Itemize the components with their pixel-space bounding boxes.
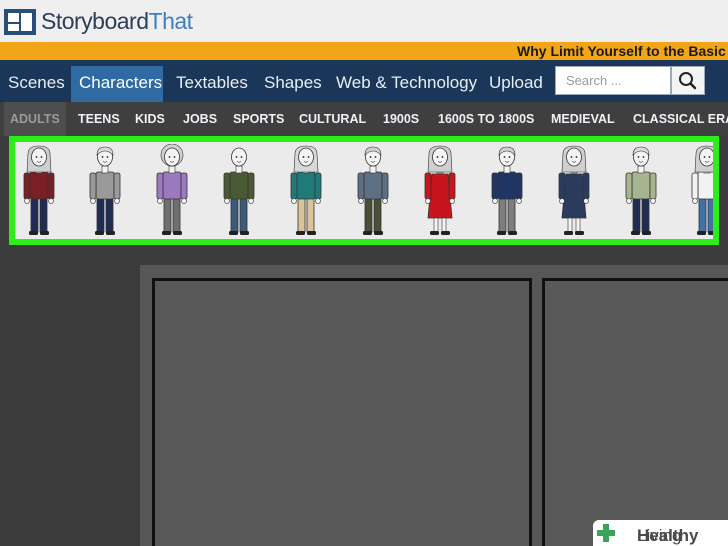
tab-textables[interactable]: Textables [168, 66, 256, 102]
character-man-navy-sweater[interactable] [487, 144, 527, 238]
character-woman-teal-top[interactable] [286, 144, 326, 238]
character-man-slate-shirt[interactable] [353, 144, 393, 238]
character-figure-icon [558, 145, 590, 235]
storyboard-cell-2[interactable] [542, 278, 728, 546]
category-classical-era[interactable]: CLASSICAL ERA [633, 102, 728, 136]
character-bald-man-green-jacket[interactable] [219, 144, 259, 238]
search-button[interactable] [671, 66, 705, 95]
character-woman-red-cardigan[interactable] [19, 144, 59, 238]
tab-characters[interactable]: Characters [71, 66, 163, 102]
character-woman-red-dress[interactable] [420, 144, 460, 238]
category-sports[interactable]: SPORTS [233, 102, 284, 136]
character-figure-icon [625, 146, 657, 235]
character-man-gray-shirt[interactable] [85, 144, 125, 238]
character-figure-icon [23, 145, 55, 235]
storyboardthat-logo[interactable]: StoryboardThat [4, 8, 193, 35]
category-cultural[interactable]: CULTURAL [299, 102, 366, 136]
category-kids[interactable]: KIDS [135, 102, 165, 136]
character-figure-icon [223, 147, 255, 235]
logo-text-part2: That [148, 8, 194, 34]
category-1900s[interactable]: 1900S [383, 102, 419, 136]
healthy-living-watermark: Healthy Living [593, 520, 728, 546]
character-man-white-shirt[interactable] [687, 144, 713, 238]
promo-banner[interactable]: Why Limit Yourself to the Basic [0, 42, 728, 60]
character-figure-icon [491, 146, 523, 235]
character-woman-purple-top[interactable] [152, 143, 192, 238]
search-icon [679, 72, 697, 90]
tab-upload[interactable]: Upload [481, 66, 551, 102]
tab-scenes[interactable]: Scenes [0, 66, 73, 102]
character-figure-icon [357, 146, 389, 235]
promo-banner-text: Why Limit Yourself to the Basic [517, 43, 726, 59]
category-nav: ADULTS TEENS KIDS JOBS SPORTS CULTURAL 1… [0, 102, 728, 136]
tab-shapes[interactable]: Shapes [256, 66, 330, 102]
character-figure-icon [156, 143, 188, 235]
category-1600s-to-1800s[interactable]: 1600S TO 1800S [438, 102, 534, 136]
character-figure-icon [691, 145, 713, 235]
character-man-plaid-shirt[interactable] [621, 144, 661, 238]
character-strip-highlight [9, 136, 719, 245]
logo-text: StoryboardThat [41, 8, 193, 35]
character-woman-navy-dress[interactable] [554, 144, 594, 238]
character-figure-icon [424, 145, 456, 235]
tab-web-technology[interactable]: Web & Technology [328, 66, 485, 102]
search-placeholder: Search ... [566, 73, 622, 88]
watermark-text-part2: Living [637, 526, 682, 545]
logo-text-part1: Storyboard [41, 8, 149, 34]
character-figure-icon [89, 146, 121, 235]
top-bar: StoryboardThat [0, 0, 728, 43]
plus-icon [597, 524, 615, 542]
category-jobs[interactable]: JOBS [183, 102, 217, 136]
category-teens[interactable]: TEENS [78, 102, 120, 136]
category-medieval[interactable]: MEDIEVAL [551, 102, 615, 136]
character-figure-icon [290, 145, 322, 235]
storyboard-cell-1[interactable] [152, 278, 532, 546]
logo-icon [4, 8, 36, 35]
search-input[interactable]: Search ... [555, 66, 671, 95]
character-strip [15, 142, 713, 239]
category-adults[interactable]: ADULTS [4, 102, 66, 136]
